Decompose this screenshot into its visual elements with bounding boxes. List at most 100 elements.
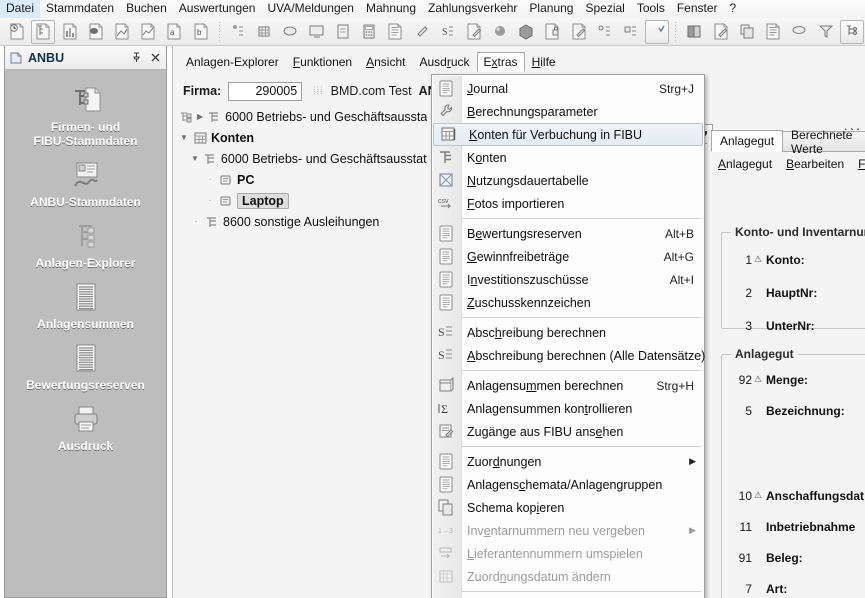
toolbar-coin-icon[interactable] (278, 20, 302, 44)
tree-node[interactable]: · 8600 sonstige Ausleihungen (175, 211, 427, 232)
toolbar-box-tree-icon[interactable] (619, 20, 643, 44)
menu-uva-meldungen[interactable]: UVA/Meldungen (261, 0, 360, 18)
anlage-icon (219, 194, 233, 208)
tree-header-row[interactable]: ▶ 6000 Betriebs- und Geschäftsausstattun (175, 106, 427, 127)
toolbar-list-check-icon[interactable] (645, 19, 670, 44)
menu-item-abschreibung-berechnen-alle-datensätze[interactable]: S Abschreibung berechnen (Alle Datensätze… (432, 344, 705, 367)
menu-item-schema-kopieren[interactable]: Schema kopieren (432, 496, 704, 519)
toolbar-clipboard-icon[interactable] (331, 20, 355, 44)
detail-menu-bearbeiten[interactable]: Bearbeiten (779, 155, 851, 173)
menu-item-shortcut: Alt+G (663, 249, 694, 264)
chevron-down-icon[interactable]: ▼ (179, 133, 189, 142)
menu-tools[interactable]: Tools (631, 0, 671, 18)
menu-datei[interactable]: Datei (0, 0, 41, 18)
toolbar-invoice-icon[interactable] (383, 20, 407, 44)
toolbar-funnel-icon[interactable] (813, 20, 837, 44)
konten-icon (193, 131, 207, 145)
menu-item-gewinnfreibeträge[interactable]: Gewinnfreibeträge Alt+G (432, 245, 704, 268)
menu-buchen[interactable]: Buchen (120, 0, 173, 18)
toolbar-document-ball-icon[interactable] (84, 20, 108, 44)
menu-item-anlagensummen-berechnen[interactable]: Anlagensummen berechnen Strg+H (432, 374, 704, 397)
menu-[interactable]: ? (724, 0, 743, 18)
nav-item-firmen-und[interactable]: Firmen- und FIBU-Stammdaten (5, 79, 166, 154)
toolbar-tree-document-icon[interactable] (31, 19, 56, 44)
nav-item-ausdruck[interactable]: Ausdruck (5, 398, 166, 459)
menu-item-berechnungsparameter[interactable]: Berechnungsparameter (432, 100, 704, 123)
window-menu-extras[interactable]: Extras (476, 52, 525, 72)
menu-item-anlagensummen-kontrollieren[interactable]: Σ Anlagensummen kontrollieren (432, 397, 704, 420)
menu-item-zugänge-aus-fibu-ansehen[interactable]: Zugänge aus FIBU ansehen (432, 420, 704, 443)
menu-item-abschreibung-berechnen[interactable]: S Abschreibung berechnen (432, 321, 704, 344)
menu-item-journal[interactable]: Journal Strg+J (432, 77, 704, 100)
window-menu-anlagen-explorer[interactable]: Anlagen-Explorer (179, 52, 286, 72)
detail-menu-anlagegut[interactable]: Anlagegut (711, 155, 779, 173)
window-menu-ausdruck[interactable]: Ausdruck (412, 52, 476, 72)
menu-item-zuordnungen[interactable]: Zuordnungen ▶ (432, 450, 704, 473)
nav-item-anbu-stammdaten[interactable]: ANBU-Stammdaten (5, 154, 166, 215)
menu-spezial[interactable]: Spezial (579, 0, 630, 18)
nav-item-anlagen-explorer[interactable]: Anlagen-Explorer (5, 215, 166, 276)
toolbar-document-a-icon[interactable]: a (162, 20, 186, 44)
menu-item-fotos-importieren[interactable]: csv Fotos importieren (432, 192, 704, 215)
pin-icon[interactable] (129, 51, 143, 65)
menu-fenster[interactable]: Fenster (671, 0, 724, 18)
toolbar-document-graph-icon[interactable] (136, 20, 160, 44)
toolbar-write-document-icon[interactable] (567, 20, 591, 44)
field-number: 11 (739, 519, 752, 534)
menu-item-investitionszuschüsse[interactable]: Investitionszuschüsse Alt+I (432, 268, 704, 291)
menu-auswertungen[interactable]: Auswertungen (173, 0, 262, 18)
detail-menu-funktio[interactable]: Funktio (851, 155, 865, 173)
menu-planung[interactable]: Planung (523, 0, 579, 18)
toolbar-pencil-document-icon[interactable] (709, 20, 733, 44)
toolbar-copy-stack-icon[interactable] (735, 20, 759, 44)
toolbar-sum-tree-icon[interactable]: S (435, 20, 459, 44)
menu-zahlungsverkehr[interactable]: Zahlungsverkehr (422, 0, 523, 18)
toolbar-key-tree-icon[interactable] (593, 20, 617, 44)
nav-item-bewertungsreserven[interactable]: Bewertungsreserven (5, 337, 166, 398)
toolbar-stamp-document-icon[interactable] (761, 20, 785, 44)
konten-icon (432, 147, 460, 169)
toolbar-sphere-icon[interactable] (488, 20, 512, 44)
menu-item-zuschusskennzeichen[interactable]: Zuschusskennzeichen (432, 291, 704, 314)
toolbar-book-icon[interactable] (682, 20, 706, 44)
menu-separator (462, 370, 701, 371)
toolbar-cube-icon[interactable] (514, 20, 538, 44)
menu-item-label: Zugänge aus FIBU ansehen (467, 424, 624, 439)
tree-node[interactable]: ▼ 6000 Betriebs- und Geschäftsausstattun (175, 148, 427, 169)
menu-item-konten[interactable]: Konten (432, 146, 704, 169)
menu-item-anlagenschemata-anlagengruppen[interactable]: Anlagenschemata/Anlagengruppen (432, 473, 704, 496)
tree-node[interactable]: · Laptop (175, 190, 427, 211)
tab-anlagegut[interactable]: Anlagegut (711, 130, 784, 152)
toolbar-document-chart-icon[interactable] (110, 20, 134, 44)
extras-dropdown-menu[interactable]: Journal Strg+J Berechnungsparameter Konten … (431, 74, 705, 598)
menu-stammdaten[interactable]: Stammdaten (40, 0, 120, 18)
window-menu-ansicht[interactable]: Ansicht (359, 52, 412, 72)
toolbar-calculator-icon[interactable] (357, 20, 381, 44)
close-icon[interactable] (148, 51, 162, 65)
window-menu-funktionen[interactable]: Funktionen (286, 52, 359, 72)
window-menu-hilfe[interactable]: Hilfe (525, 52, 563, 72)
chevron-down-icon[interactable]: ▼ (191, 154, 199, 163)
chevron-right-icon[interactable]: ▶ (197, 112, 203, 121)
toolbar-anbu-tree-icon[interactable] (839, 19, 864, 44)
toolbar-edit-square-icon[interactable] (409, 20, 433, 44)
menu-item-konten-für-verbuchung-in-fibu[interactable]: Konten für Verbuchung in FIBU (433, 123, 703, 146)
toolbar-chart-bar-icon[interactable] (57, 20, 81, 44)
toolbar-coins-icon[interactable] (787, 20, 811, 44)
nav-item-anlagensummen[interactable]: Anlagensummen (5, 276, 166, 337)
tab-berechnete-werte[interactable]: Berechnete Werte (782, 128, 865, 156)
tree-node[interactable]: ▼ Konten (175, 127, 427, 148)
toolbar-clock-document-icon[interactable] (5, 20, 29, 44)
toolbar-person-tree-icon[interactable] (226, 20, 250, 44)
menu-mahnung[interactable]: Mahnung (360, 0, 422, 18)
toolbar-edit-document-icon[interactable] (462, 20, 486, 44)
toolbar-calendar-grid-icon[interactable] (252, 20, 276, 44)
anlagensummen-icon (69, 280, 103, 314)
firma-input[interactable] (228, 81, 303, 101)
toolbar-monitor-icon[interactable] (304, 20, 328, 44)
toolbar-document-b-icon[interactable]: b (189, 20, 213, 44)
tree-node[interactable]: · PC (175, 169, 427, 190)
toolbar-lock-document-icon[interactable] (540, 20, 564, 44)
menu-item-bewertungsreserven[interactable]: Bewertungsreserven Alt+B (432, 222, 704, 245)
menu-item-nutzungsdauertabelle[interactable]: Nutzungsdauertabelle (432, 169, 704, 192)
